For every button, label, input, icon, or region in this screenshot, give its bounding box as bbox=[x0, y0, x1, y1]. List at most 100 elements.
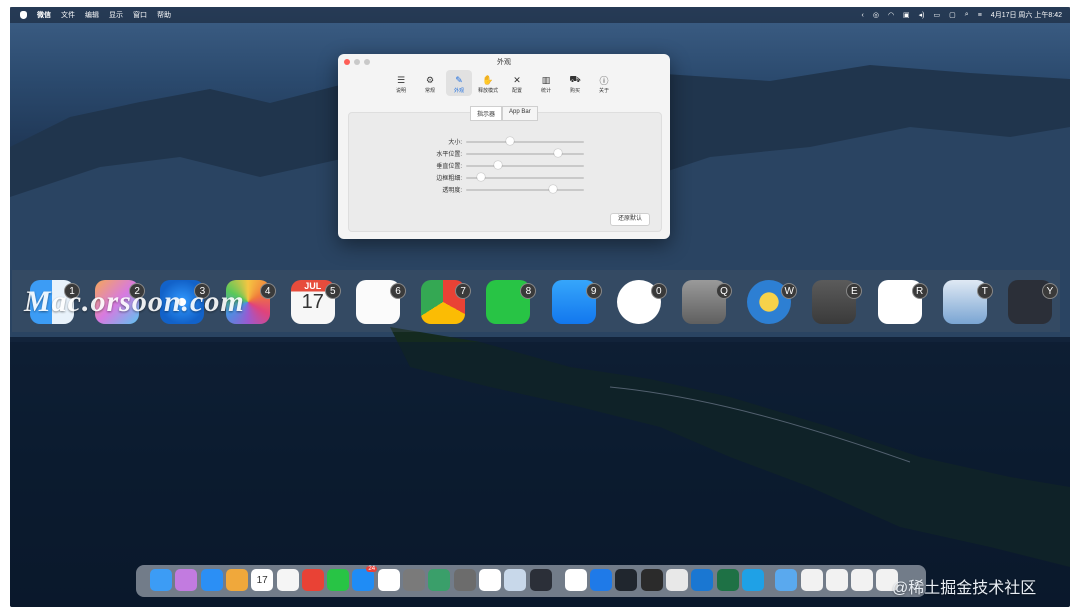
dock-app-icon[interactable] bbox=[327, 569, 350, 591]
dock-calendar-icon[interactable]: 17 bbox=[251, 569, 274, 591]
reset-defaults-button[interactable]: 还原默认 bbox=[610, 213, 650, 226]
dock-app-icon[interactable] bbox=[175, 569, 198, 591]
tab-about[interactable]: ⓘ 关于 bbox=[591, 70, 617, 96]
window-title: 外观 bbox=[497, 59, 511, 66]
tools-icon: ✕ bbox=[513, 74, 521, 85]
battery-icon[interactable]: ▭ bbox=[934, 11, 941, 19]
tab-label: 释放模式 bbox=[477, 88, 498, 94]
dock-app-icon[interactable] bbox=[640, 569, 663, 591]
tab-appearance[interactable]: ✎ 外观 bbox=[446, 70, 472, 96]
dock-app-icon[interactable] bbox=[301, 569, 324, 591]
tab-label: 统计 bbox=[540, 88, 551, 94]
chart-icon: ▥ bbox=[541, 74, 551, 85]
menu-window[interactable]: 窗口 bbox=[133, 10, 147, 20]
hand-icon: ✋ bbox=[482, 74, 494, 85]
toolbar: ☰ 说明 ⚙ 常规 ✎ 外观 ✋ 释放模式 ✕ 配置 ▥ 统计 ⛟ 购买 ⓘ 关于 bbox=[388, 70, 620, 96]
dock-app-icon[interactable] bbox=[564, 569, 587, 591]
control-center-icon[interactable]: ≡ bbox=[978, 12, 982, 19]
segment-indicator[interactable]: 指示器 bbox=[470, 106, 503, 121]
tab-instructions[interactable]: ☰ 说明 bbox=[388, 70, 414, 96]
shortcut-key-badge: 4 bbox=[259, 283, 276, 299]
menu-help[interactable]: 帮助 bbox=[157, 10, 171, 20]
tab-config[interactable]: ✕ 配置 bbox=[504, 70, 530, 96]
shortcut-key-badge: R bbox=[911, 283, 928, 299]
search-icon[interactable]: ⌕ bbox=[965, 11, 969, 19]
dock-app-icon[interactable] bbox=[615, 569, 638, 591]
dock-app-icon[interactable] bbox=[666, 569, 688, 591]
slider-row-border: 边框粗细: bbox=[398, 172, 598, 182]
menu-bar: 微信 文件 编辑 显示 窗口 帮助 ‹ ◎ ◠ ▣ ◂) ▭ ▢ ⌕ ≡ 4月1… bbox=[10, 7, 1070, 23]
dock-app-icon[interactable] bbox=[225, 569, 248, 591]
slider-track[interactable] bbox=[466, 153, 584, 155]
menu-view[interactable]: 显示 bbox=[109, 10, 123, 20]
menu-file[interactable]: 文件 bbox=[61, 10, 75, 20]
shortcut-key-badge: Y bbox=[1042, 283, 1058, 299]
tab-general[interactable]: ⚙ 常规 bbox=[417, 70, 443, 96]
slider-knob[interactable] bbox=[505, 137, 514, 145]
slider-track[interactable] bbox=[466, 165, 584, 167]
slider-row-size: 大小: bbox=[398, 136, 598, 146]
tab-label: 说明 bbox=[395, 88, 406, 94]
clock-icon[interactable]: ◎ bbox=[873, 11, 879, 19]
apple-icon[interactable] bbox=[20, 11, 27, 19]
slider-label: 水平位置: bbox=[436, 152, 462, 158]
shortcut-key-badge: Q bbox=[716, 283, 732, 299]
slider-track[interactable] bbox=[466, 141, 584, 143]
cart-icon: ⛟ bbox=[569, 74, 581, 84]
gear-icon: ⚙ bbox=[425, 74, 435, 85]
dock-app-icon[interactable] bbox=[150, 569, 172, 591]
display-icon[interactable]: ▢ bbox=[949, 11, 956, 19]
slider-knob[interactable] bbox=[554, 149, 563, 157]
dock-app-icon[interactable] bbox=[200, 569, 223, 591]
slider-label: 边框粗细: bbox=[436, 176, 462, 182]
shortcut-key-badge: 6 bbox=[390, 283, 406, 299]
dock-app-icon[interactable] bbox=[428, 569, 451, 591]
tab-buy[interactable]: ⛟ 购买 bbox=[562, 70, 588, 96]
menu-datetime[interactable]: 4月17日 周六 上午8:42 bbox=[991, 10, 1062, 20]
dock-app-icon[interactable] bbox=[716, 569, 739, 591]
watermark: Mac.orsoon.com bbox=[24, 285, 245, 318]
dock-app-icon[interactable] bbox=[352, 569, 375, 591]
segment-app-bar[interactable]: App Bar bbox=[502, 106, 538, 121]
chevron-left-icon[interactable]: ‹ bbox=[861, 12, 863, 19]
dock-app-icon[interactable] bbox=[590, 569, 613, 591]
volume-icon[interactable]: ◂) bbox=[919, 11, 925, 19]
keyboard-icon[interactable]: ▣ bbox=[903, 11, 910, 19]
tab-label: 外观 bbox=[453, 88, 464, 94]
slider-row-vertical: 垂直位置: bbox=[398, 160, 598, 170]
wifi-icon[interactable]: ◠ bbox=[888, 11, 894, 19]
slider-knob[interactable] bbox=[549, 185, 558, 193]
shortcut-key-badge: 9 bbox=[585, 283, 602, 299]
dock-app-icon[interactable] bbox=[529, 569, 552, 591]
menu-app-name[interactable]: 微信 bbox=[37, 10, 51, 20]
sliders-icon: ☰ bbox=[396, 74, 406, 85]
dock-notification-badge: 24 bbox=[366, 566, 378, 572]
dock-app-icon[interactable] bbox=[276, 569, 299, 591]
dock-app-icon[interactable] bbox=[478, 569, 501, 591]
menu-edit[interactable]: 编辑 bbox=[85, 10, 99, 20]
slider-label: 透明度: bbox=[442, 188, 462, 194]
dock-app-icon[interactable] bbox=[403, 569, 425, 591]
info-icon: ⓘ bbox=[599, 75, 609, 86]
tab-stats[interactable]: ▥ 统计 bbox=[533, 70, 559, 96]
tab-label: 购买 bbox=[569, 88, 580, 94]
tab-label: 关于 bbox=[598, 88, 609, 94]
slider-row-horizontal: 水平位置: bbox=[398, 148, 598, 158]
dock-app-icon[interactable] bbox=[775, 569, 798, 591]
dock-app-icon[interactable] bbox=[453, 569, 476, 591]
segmented-control: 指示器 App Bar bbox=[470, 106, 538, 121]
credit-watermark: @稀土掘金技术社区 bbox=[892, 580, 1037, 597]
dock-app-icon[interactable] bbox=[825, 569, 848, 591]
slider-knob[interactable] bbox=[477, 173, 486, 181]
slider-knob[interactable] bbox=[493, 161, 502, 169]
dock-app-icon[interactable] bbox=[800, 569, 823, 591]
dock-app-icon[interactable] bbox=[504, 569, 527, 591]
dock-app-icon[interactable] bbox=[691, 569, 714, 591]
tab-release-mode[interactable]: ✋ 释放模式 bbox=[475, 70, 501, 96]
preferences-window: 外观 ☰ 说明 ⚙ 常规 ✎ 外观 ✋ 释放模式 ✕ 配置 ▥ 统计 ⛟ 购买 ⓘ 关于 指示器… bbox=[338, 54, 670, 239]
slider-track[interactable] bbox=[466, 189, 584, 191]
slider-row-opacity: 透明度: bbox=[398, 184, 598, 194]
dock-app-icon[interactable] bbox=[741, 569, 764, 591]
dock-app-icon[interactable] bbox=[377, 569, 400, 591]
dock-app-icon[interactable] bbox=[851, 569, 874, 591]
